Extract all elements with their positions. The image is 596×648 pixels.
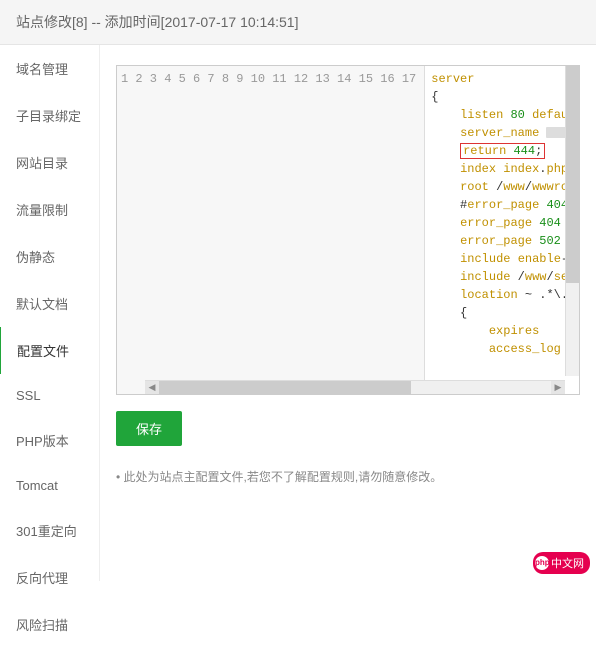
sidebar-item-11[interactable]: 反向代理 (0, 554, 99, 601)
code-editor[interactable]: 1 2 3 4 5 6 7 8 9 10 11 12 13 14 15 16 1… (116, 65, 580, 395)
sidebar-item-10[interactable]: 301重定向 (0, 507, 99, 554)
sidebar-item-5[interactable]: 默认文档 (0, 280, 99, 327)
save-button[interactable]: 保存 (116, 411, 182, 446)
sidebar-item-6[interactable]: 配置文件 (0, 327, 99, 374)
header-close-bracket: ] (295, 14, 299, 30)
config-hint: 此处为站点主配置文件,若您不了解配置规则,请勿随意修改。 (116, 468, 580, 485)
sidebar-item-4[interactable]: 伪静态 (0, 233, 99, 280)
header-addtime: 2017-07-17 10:14:51 (165, 14, 295, 30)
watermark-text: 中文网 (551, 555, 584, 571)
editor-code[interactable]: server{ listen 80 default_server; server… (425, 66, 579, 394)
editor-gutter: 1 2 3 4 5 6 7 8 9 10 11 12 13 14 15 16 1… (117, 66, 425, 394)
header-prefix: 站点修改[ (16, 14, 76, 30)
header-masked-suffix: 8] (76, 14, 88, 30)
header-addtime-label: -- 添加时间[ (88, 14, 165, 30)
sidebar-item-2[interactable]: 网站目录 (0, 139, 99, 186)
modal-body: 域名管理子目录绑定网站目录流量限制伪静态默认文档配置文件SSLPHP版本Tomc… (0, 45, 596, 581)
sidebar-item-3[interactable]: 流量限制 (0, 186, 99, 233)
scroll-right-icon[interactable]: ▶ (551, 381, 565, 395)
scroll-left-icon[interactable]: ◀ (145, 381, 159, 395)
scrollbar-thumb-h[interactable] (159, 381, 411, 394)
sidebar-item-7[interactable]: SSL (0, 374, 99, 417)
sidebar-item-8[interactable]: PHP版本 (0, 417, 99, 464)
scrollbar-horizontal[interactable]: ◀ ▶ (145, 380, 565, 394)
content: 1 2 3 4 5 6 7 8 9 10 11 12 13 14 15 16 1… (100, 45, 596, 581)
sidebar-item-1[interactable]: 子目录绑定 (0, 92, 99, 139)
scrollbar-thumb-v[interactable] (566, 66, 579, 283)
sidebar-item-12[interactable]: 风险扫描 (0, 601, 99, 648)
sidebar-item-0[interactable]: 域名管理 (0, 45, 99, 92)
modal-header: 站点修改[8] -- 添加时间[2017-07-17 10:14:51] (0, 0, 596, 45)
watermark: php 中文网 (533, 552, 590, 574)
scrollbar-vertical[interactable] (565, 66, 579, 376)
watermark-badge: php (535, 556, 549, 570)
sidebar-item-9[interactable]: Tomcat (0, 464, 99, 507)
sidebar: 域名管理子目录绑定网站目录流量限制伪静态默认文档配置文件SSLPHP版本Tomc… (0, 45, 100, 581)
